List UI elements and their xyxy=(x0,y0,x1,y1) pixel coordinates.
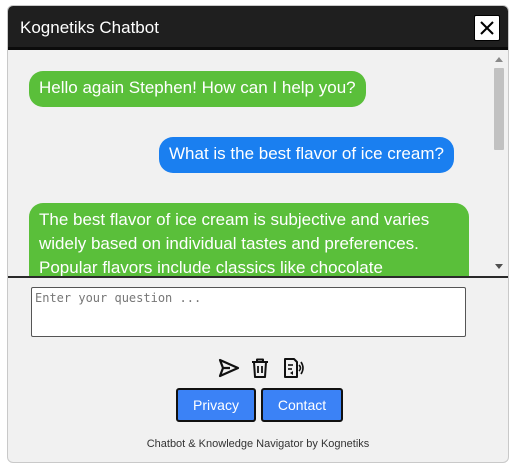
privacy-button[interactable]: Privacy xyxy=(176,388,256,422)
divider xyxy=(8,276,508,278)
contact-button[interactable]: Contact xyxy=(261,388,343,422)
question-input[interactable] xyxy=(31,287,466,337)
close-icon xyxy=(480,21,494,35)
action-icons xyxy=(8,356,508,380)
scroll-down-arrow[interactable] xyxy=(495,264,503,269)
chat-log[interactable]: Hello again Stephen! How can I help you?… xyxy=(8,50,498,276)
window-title: Kognetiks Chatbot xyxy=(20,18,159,37)
bot-message: Hello again Stephen! How can I help you? xyxy=(29,71,366,107)
close-button[interactable] xyxy=(474,15,500,41)
send-button[interactable] xyxy=(217,356,241,380)
chat-scrollbar[interactable] xyxy=(492,54,506,272)
read-aloud-button[interactable] xyxy=(281,356,305,380)
scroll-up-arrow[interactable] xyxy=(495,57,503,62)
trash-icon xyxy=(252,358,268,378)
titlebar: Kognetiks Chatbot xyxy=(8,6,508,50)
clear-button[interactable] xyxy=(248,356,272,380)
scroll-thumb[interactable] xyxy=(494,68,504,150)
read-aloud-icon xyxy=(284,358,304,378)
user-message: What is the best flavor of ice cream? xyxy=(159,137,454,173)
send-icon xyxy=(218,358,240,378)
chatbot-window: Kognetiks Chatbot Hello again Stephen! H… xyxy=(7,5,509,463)
bot-message: The best flavor of ice cream is subjecti… xyxy=(29,203,469,276)
footer-credit: Chatbot & Knowledge Navigator by Kogneti… xyxy=(146,438,370,450)
